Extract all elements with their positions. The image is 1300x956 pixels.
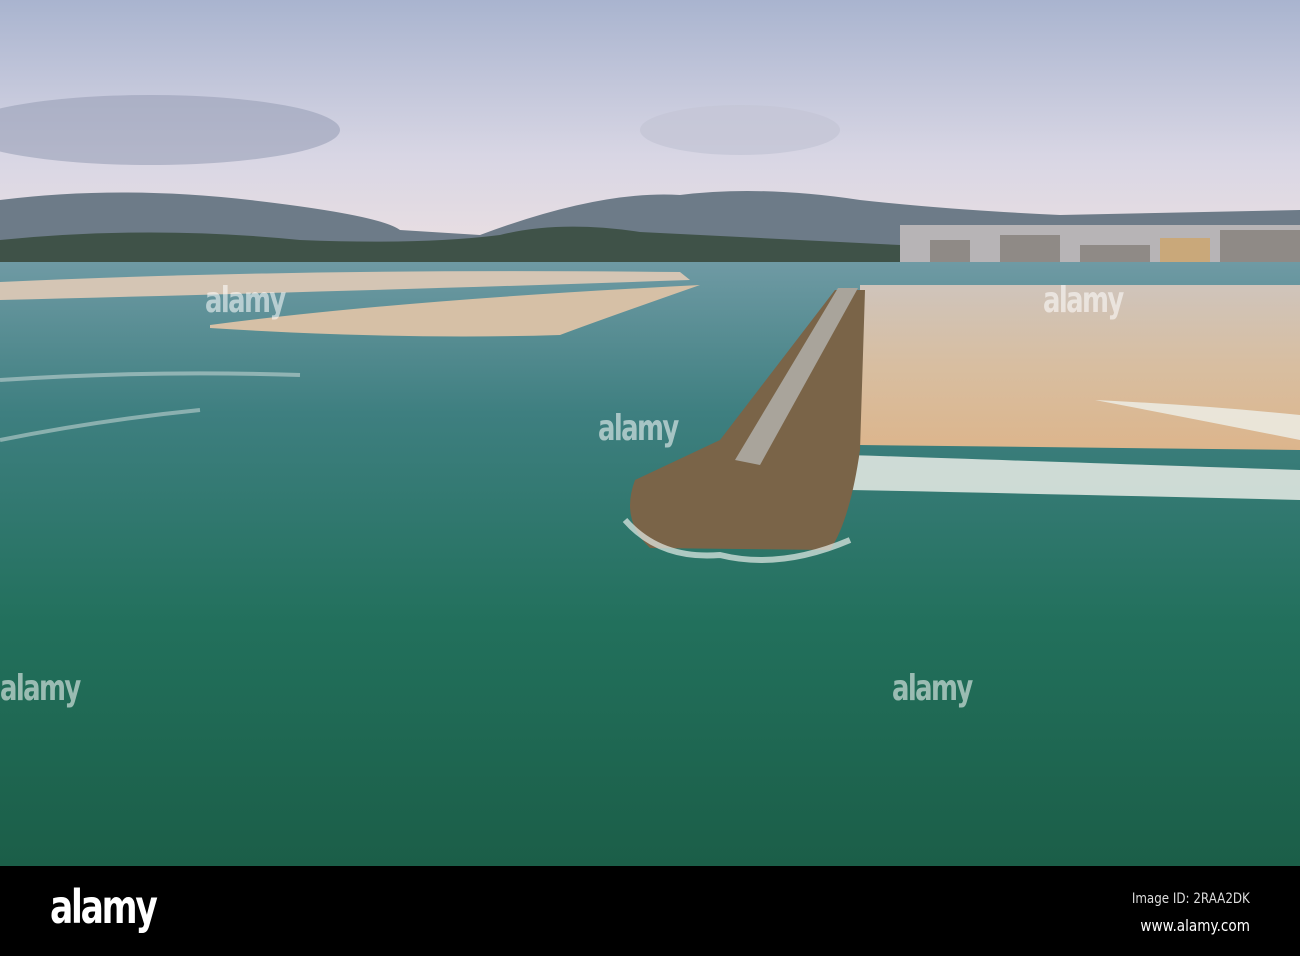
watermark: alamy: [1043, 280, 1124, 321]
footer-bar: alamy Image ID: 2RAA2DK www.alamy.com: [0, 866, 1300, 956]
watermark: alamy: [598, 408, 679, 449]
watermark: alamy: [892, 668, 973, 709]
alamy-logo: alamy: [50, 880, 158, 934]
watermark: alamy: [205, 280, 286, 321]
website-link[interactable]: www.alamy.com: [1140, 916, 1250, 935]
stock-photo: alamy alamy alamy alamy alamy alamy Imag…: [0, 0, 1300, 956]
cloud: [640, 105, 840, 155]
watermark: alamy: [0, 668, 81, 709]
image-id: Image ID: 2RAA2DK: [1131, 891, 1250, 907]
